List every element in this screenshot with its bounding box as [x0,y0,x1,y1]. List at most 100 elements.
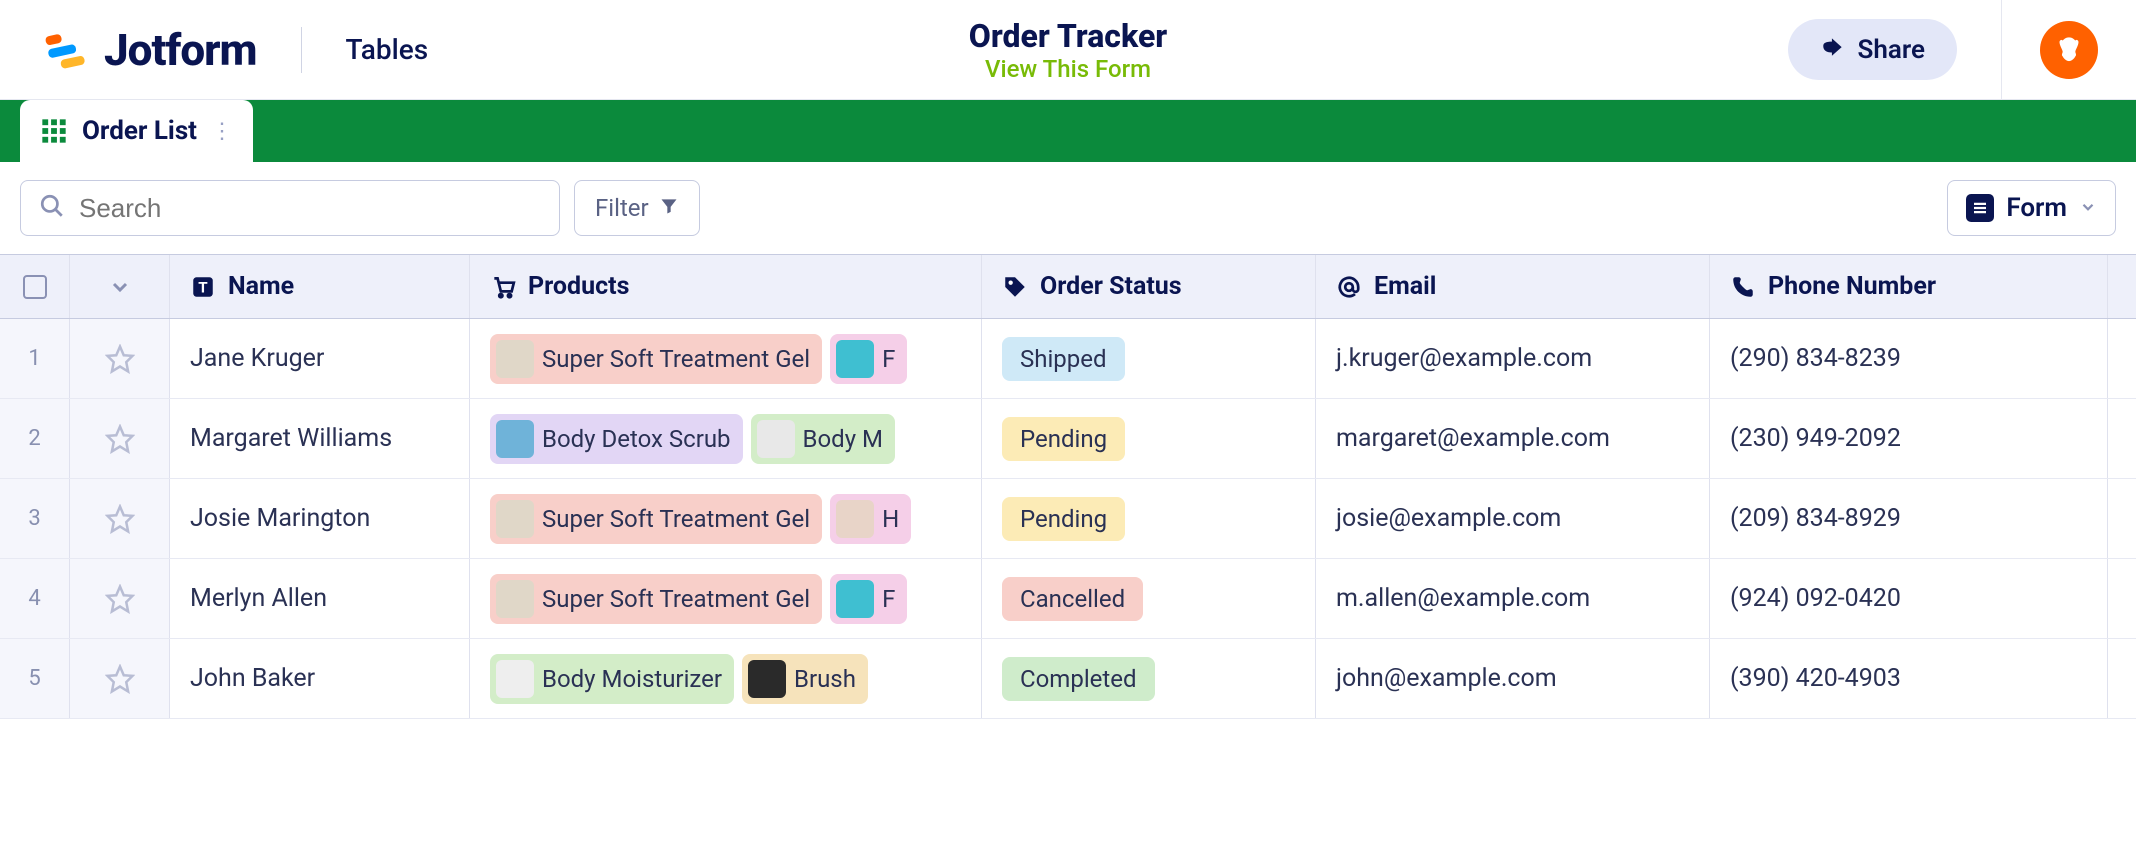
section-name[interactable]: Tables [346,33,429,66]
data-table: T Name Products Order Status Email Phone… [0,254,2136,719]
row-spacer [2108,559,2136,638]
product-tag[interactable]: Body Moisturizer [490,654,734,704]
star-cell[interactable] [70,639,170,718]
column-email[interactable]: Email [1316,255,1710,318]
status-badge[interactable]: Cancelled [1002,577,1143,621]
email-cell: m.allen@example.com [1316,559,1710,638]
column-status[interactable]: Order Status [982,255,1316,318]
name-cell: Merlyn Allen [170,559,470,638]
product-tag[interactable]: H [830,494,911,544]
star-icon [105,344,135,374]
table-row[interactable]: 5John BakerBody MoisturizerBrushComplete… [0,639,2136,719]
phone-cell: (209) 834-8929 [1710,479,2108,558]
status-badge[interactable]: Pending [1002,417,1125,461]
product-label: Body M [803,425,883,453]
email-cell: john@example.com [1316,639,1710,718]
phone-cell: (924) 092-0420 [1710,559,2108,638]
status-cell: Pending [982,479,1316,558]
status-cell: Cancelled [982,559,1316,638]
email-cell: josie@example.com [1316,479,1710,558]
product-tag[interactable]: Body M [751,414,895,464]
brand-name: Jotform [104,24,257,76]
products-cell: Super Soft Treatment Gel F [470,559,982,638]
table-row[interactable]: 3Josie MaringtonSuper Soft Treatment Gel… [0,479,2136,559]
status-badge[interactable]: Pending [1002,497,1125,541]
table-body: 1 Jane Kruger Super Soft Treatment Gel F Shi… [0,319,2136,719]
column-name[interactable]: T Name [170,255,470,318]
product-tag[interactable]: F [830,334,907,384]
divider [301,27,302,73]
toolbar: Filter Form [0,162,2136,254]
user-avatar[interactable] [2040,21,2098,79]
star-cell[interactable] [70,319,170,398]
page-title: Order Tracker [969,17,1167,55]
status-cell: Completed [982,639,1316,718]
app-header: Jotform Tables Order Tracker View This F… [0,0,2136,100]
table-row[interactable]: 1 Jane Kruger Super Soft Treatment Gel F Shi… [0,319,2136,399]
product-tag[interactable]: Super Soft Treatment Gel [490,334,822,384]
share-button[interactable]: Share [1788,19,1957,80]
filter-icon [659,194,679,222]
star-icon [105,664,135,694]
expand-header[interactable] [70,255,170,318]
star-cell[interactable] [70,479,170,558]
star-icon [105,584,135,614]
jotform-logo-icon [44,29,86,71]
product-tag[interactable]: Super Soft Treatment Gel [490,494,822,544]
column-phone[interactable]: Phone Number [1710,255,2108,318]
logo-area[interactable]: Jotform Tables [0,24,428,76]
table-row[interactable]: 4Merlyn AllenSuper Soft Treatment GelFCa… [0,559,2136,639]
chevron-down-icon [108,275,132,299]
avatar-wrap [2002,21,2136,79]
product-thumb [836,500,874,538]
column-products[interactable]: Products [470,255,982,318]
name-cell: Jane Kruger [170,319,470,398]
row-index: 2 [0,399,70,478]
row-spacer [2108,399,2136,478]
product-thumb [496,420,534,458]
tab-order-list[interactable]: Order List ⋮ [20,100,253,162]
name-cell: John Baker [170,639,470,718]
product-label: Body Detox Scrub [542,425,731,453]
star-cell[interactable] [70,399,170,478]
product-tag[interactable]: Super Soft Treatment Gel [490,574,822,624]
status-badge[interactable]: Shipped [1002,337,1125,381]
column-label: Name [228,272,294,301]
product-thumb [496,660,534,698]
product-label: F [882,345,895,373]
form-icon [1966,194,1994,222]
share-icon [1820,33,1846,66]
table-row[interactable]: 2 Margaret Williams Body Detox Scrub Body M… [0,399,2136,479]
product-thumb [836,580,874,618]
search-input[interactable] [79,193,541,224]
product-label: H [882,505,899,533]
product-tag[interactable]: F [830,574,907,624]
name-cell: Margaret Williams [170,399,470,478]
product-label: F [882,585,895,613]
row-spacer [2108,639,2136,718]
email-cell: j.kruger@example.com [1316,319,1710,398]
product-tag[interactable]: Brush [742,654,868,704]
row-index: 1 [0,319,70,398]
select-all-checkbox[interactable] [23,275,47,299]
row-spacer [2108,319,2136,398]
cart-icon [490,274,516,300]
share-label: Share [1858,35,1925,65]
table-header: T Name Products Order Status Email Phone… [0,255,2136,319]
tab-menu-icon[interactable]: ⋮ [211,119,233,144]
title-area: Order Tracker View This Form [969,17,1167,83]
star-icon [105,504,135,534]
form-view-button[interactable]: Form [1947,180,2116,236]
search-box[interactable] [20,180,560,236]
phone-icon [1730,274,1756,300]
view-form-link[interactable]: View This Form [985,55,1151,83]
status-badge[interactable]: Completed [1002,657,1155,701]
star-cell[interactable] [70,559,170,638]
svg-text:T: T [198,278,208,296]
column-spacer [2108,255,2136,318]
product-thumb [496,340,534,378]
row-index: 3 [0,479,70,558]
filter-button[interactable]: Filter [574,180,700,236]
phone-cell: (230) 949-2092 [1710,399,2108,478]
product-tag[interactable]: Body Detox Scrub [490,414,743,464]
